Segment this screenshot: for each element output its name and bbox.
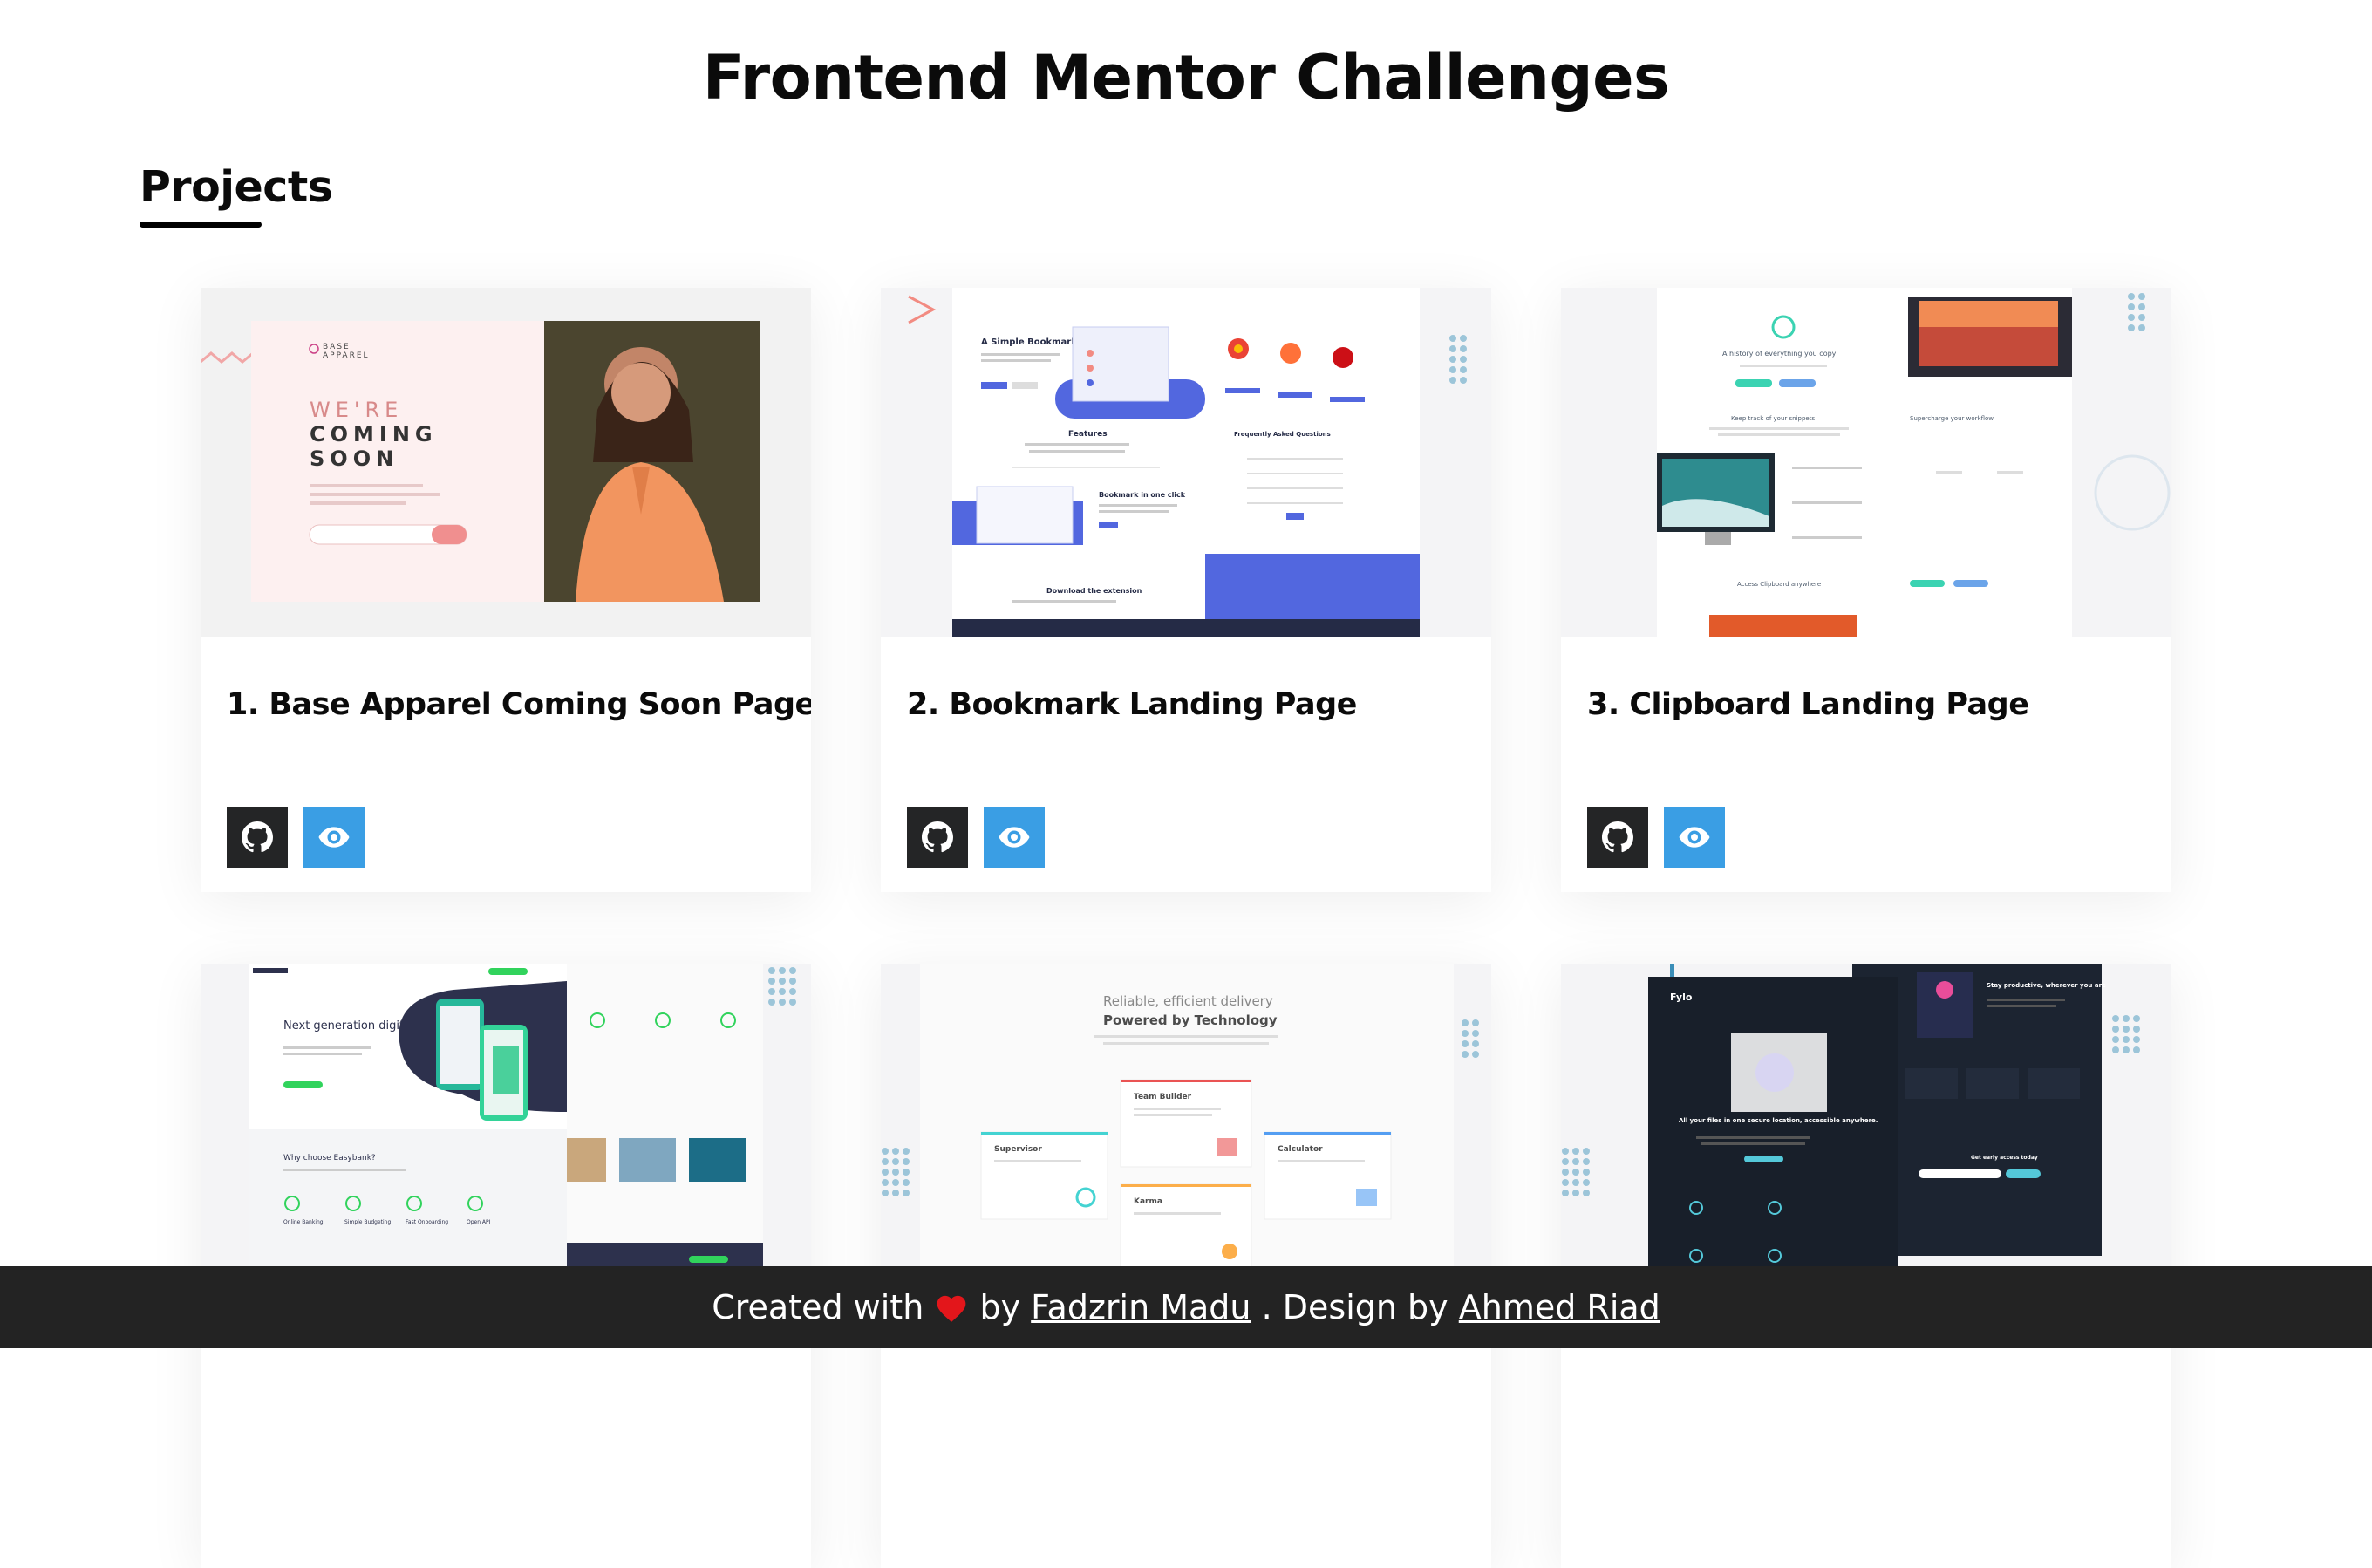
- svg-text:Karma: Karma: [1134, 1197, 1162, 1206]
- live-preview-button[interactable]: [303, 807, 365, 868]
- author-link[interactable]: Fadzrin Madu: [1031, 1288, 1251, 1326]
- svg-text:Why choose Easybank?: Why choose Easybank?: [283, 1154, 376, 1162]
- svg-text:Fast Onboarding: Fast Onboarding: [406, 1219, 448, 1225]
- svg-text:Team Builder: Team Builder: [1134, 1093, 1192, 1101]
- github-icon: [1602, 821, 1633, 853]
- eye-icon: [1679, 827, 1710, 848]
- github-button[interactable]: [227, 807, 288, 868]
- svg-text:Keep track of your snippets: Keep track of your snippets: [1731, 415, 1815, 422]
- project-thumbnail[interactable]: Reliable, efficient delivery Powered by …: [881, 964, 1491, 1312]
- svg-text:APPAREL: APPAREL: [323, 351, 370, 360]
- project-title: 2. Bookmark Landing Page: [907, 687, 1357, 722]
- project-thumbnail[interactable]: BASE APPAREL WE'RE COMING SOON: [201, 288, 811, 637]
- eye-icon: [999, 827, 1030, 848]
- github-icon: [922, 821, 953, 853]
- svg-text:Download the extension: Download the extension: [1046, 587, 1142, 595]
- github-button[interactable]: [907, 807, 968, 868]
- project-thumbnail[interactable]: Next generation digital banking Why choo…: [201, 964, 811, 1312]
- svg-text:Bookmark in one click: Bookmark in one click: [1099, 491, 1186, 499]
- footer-created-with: Created with: [712, 1288, 924, 1326]
- footer-by: by: [979, 1288, 1021, 1326]
- svg-text:Stay productive, wherever you: Stay productive, wherever you are: [1987, 982, 2106, 989]
- svg-text:Supervisor: Supervisor: [994, 1145, 1042, 1154]
- heart-icon: [937, 1295, 966, 1322]
- github-icon: [242, 821, 273, 853]
- section-title: Projects: [140, 162, 333, 212]
- project-thumbnail[interactable]: A Simple Bookmark Manager Features Bookm…: [881, 288, 1491, 637]
- project-card-3: A history of everything you copy Keep tr…: [1561, 288, 2171, 892]
- footer-design-by: . Design by: [1261, 1288, 1448, 1326]
- live-preview-button[interactable]: [984, 807, 1045, 868]
- project-thumbnail[interactable]: A history of everything you copy Keep tr…: [1561, 288, 2171, 637]
- svg-text:Simple Budgeting: Simple Budgeting: [344, 1219, 391, 1225]
- svg-text:Frequently Asked Questions: Frequently Asked Questions: [1234, 431, 1331, 438]
- svg-text:Access Clipboard anywhere: Access Clipboard anywhere: [1737, 581, 1821, 588]
- designer-link[interactable]: Ahmed Riad: [1459, 1288, 1660, 1326]
- github-button[interactable]: [1587, 807, 1648, 868]
- svg-text:Calculator: Calculator: [1278, 1145, 1323, 1154]
- project-title: 3. Clipboard Landing Page: [1587, 687, 2029, 722]
- svg-text:Reliable, efficient delivery: Reliable, efficient delivery: [1103, 993, 1273, 1009]
- page-title: Frontend Mentor Challenges: [702, 42, 1670, 113]
- eye-icon: [318, 827, 350, 848]
- svg-text:All your files in one secure l: All your files in one secure location, a…: [1679, 1117, 1878, 1124]
- svg-text:Features: Features: [1068, 430, 1108, 439]
- svg-text:Fylo: Fylo: [1670, 992, 1693, 1003]
- project-title: 1. Base Apparel Coming Soon Page: [227, 687, 811, 722]
- project-card-1: BASE APPAREL WE'RE COMING SOON 1. Base A…: [201, 288, 811, 892]
- svg-text:SOON: SOON: [310, 447, 399, 471]
- svg-text:A history of everything you co: A history of everything you copy: [1722, 350, 1837, 358]
- svg-text:COMING: COMING: [310, 422, 438, 447]
- svg-text:Online Banking: Online Banking: [283, 1219, 324, 1225]
- svg-text:BASE: BASE: [323, 343, 351, 351]
- svg-text:Supercharge your workflow: Supercharge your workflow: [1910, 415, 1994, 422]
- svg-text:Open API: Open API: [467, 1219, 491, 1225]
- section-underline: [140, 222, 262, 228]
- svg-text:Get early access today: Get early access today: [1971, 1155, 2038, 1161]
- footer: Created with by Fadzrin Madu . Design by…: [0, 1266, 2372, 1348]
- project-thumbnail[interactable]: Fylo All your files in one secure locati…: [1561, 964, 2171, 1312]
- live-preview-button[interactable]: [1664, 807, 1725, 868]
- svg-text:Powered by Technology: Powered by Technology: [1103, 1012, 1278, 1028]
- project-card-2: A Simple Bookmark Manager Features Bookm…: [881, 288, 1491, 892]
- svg-text:WE'RE: WE'RE: [310, 398, 403, 422]
